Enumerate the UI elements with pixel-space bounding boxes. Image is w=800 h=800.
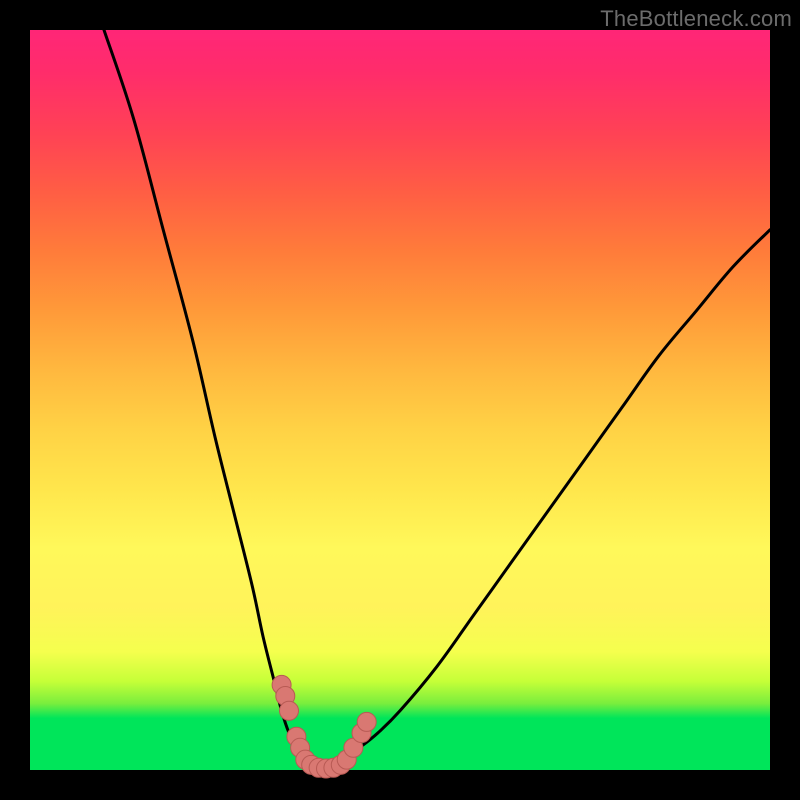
marker-dot bbox=[337, 750, 356, 769]
marker-dot bbox=[302, 755, 321, 774]
marker-dot bbox=[317, 759, 336, 778]
chart-frame: TheBottleneck.com bbox=[0, 0, 800, 800]
marker-dot bbox=[352, 724, 371, 743]
plot-area bbox=[30, 30, 770, 770]
marker-dot bbox=[276, 687, 295, 706]
marker-group bbox=[272, 675, 376, 778]
floor-curve bbox=[304, 755, 348, 770]
marker-dot bbox=[309, 758, 328, 777]
curve-layer bbox=[30, 30, 770, 770]
marker-dot bbox=[324, 758, 343, 777]
marker-dot bbox=[280, 701, 299, 720]
watermark-label: TheBottleneck.com bbox=[600, 6, 792, 32]
marker-dot bbox=[331, 755, 350, 774]
marker-dot bbox=[344, 738, 363, 757]
marker-dot bbox=[287, 727, 306, 746]
marker-dot bbox=[291, 738, 310, 757]
left-branch-curve bbox=[104, 30, 304, 755]
right-branch-curve bbox=[348, 230, 770, 755]
marker-dot bbox=[272, 675, 291, 694]
marker-dot bbox=[357, 712, 376, 731]
marker-dot bbox=[296, 750, 315, 769]
